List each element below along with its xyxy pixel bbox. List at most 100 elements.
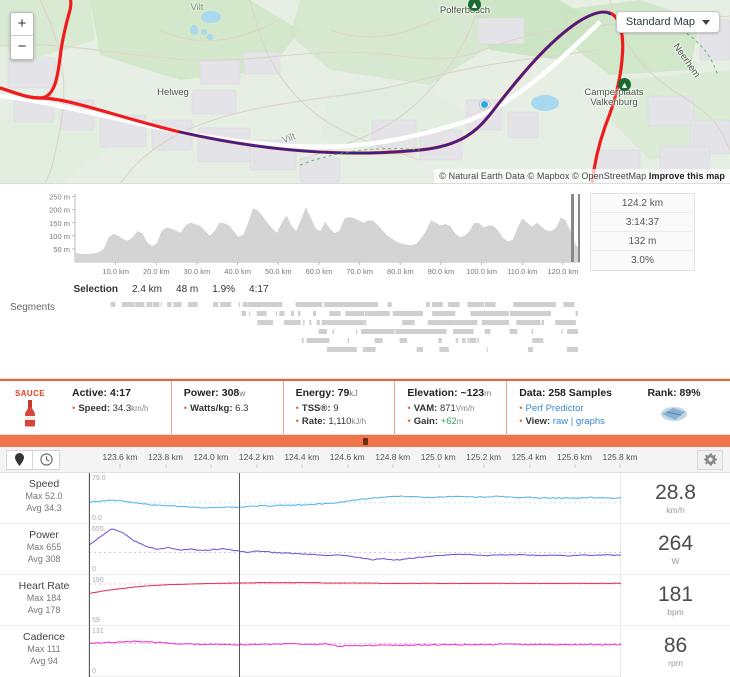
segment-bar[interactable] (220, 302, 230, 307)
segment-bar[interactable] (470, 338, 474, 343)
analysis-plot-area[interactable]: 79.00.06550190591310 (88, 473, 621, 677)
segment-bar[interactable] (317, 320, 320, 325)
segment-bar[interactable] (474, 311, 481, 316)
series-plot-row[interactable]: 1310 (89, 626, 620, 677)
segment-bar[interactable] (257, 320, 273, 325)
segment-bar[interactable] (327, 347, 338, 352)
segment-bar[interactable] (368, 329, 371, 334)
segment-bar[interactable] (356, 329, 357, 334)
segment-bar[interactable] (402, 320, 415, 325)
segment-bar[interactable] (311, 338, 329, 343)
segment-bar[interactable] (542, 320, 544, 325)
segment-bar[interactable] (308, 302, 323, 307)
series-plot-row[interactable]: 6550 (89, 524, 620, 575)
segment-bar[interactable] (325, 329, 327, 334)
segment-bar[interactable] (527, 311, 546, 316)
segment-bar[interactable] (338, 302, 363, 307)
segment-bar[interactable] (161, 302, 162, 307)
elevation-panel[interactable]: 250 m200 m150 m100 m50 m 10.0 km20.0 km3… (0, 184, 730, 379)
segment-bar[interactable] (167, 302, 171, 307)
segment-bar[interactable] (303, 338, 304, 343)
segment-bar[interactable] (456, 338, 457, 343)
segment-bar[interactable] (454, 320, 477, 325)
segment-bar[interactable] (467, 338, 469, 343)
segment-bar[interactable] (428, 320, 438, 325)
stat-item-value[interactable]: raw | graphs (553, 416, 605, 427)
stat-item-value[interactable]: Perf Predictor (526, 403, 584, 414)
zoom-in-button[interactable]: + (11, 13, 33, 36)
analysis-mode-buttons[interactable] (6, 450, 60, 470)
segment-bar[interactable] (348, 338, 349, 343)
segment-bar[interactable] (561, 329, 562, 334)
segment-bar[interactable] (404, 311, 424, 316)
segment-bar[interactable] (453, 311, 454, 316)
segment-bar[interactable] (375, 338, 383, 343)
segment-bar[interactable] (111, 302, 116, 307)
segment-bar[interactable] (365, 311, 368, 316)
segment-bar[interactable] (364, 320, 366, 325)
segment-bar[interactable] (510, 311, 514, 316)
segment-bar[interactable] (257, 302, 258, 307)
segment-bar[interactable] (567, 347, 578, 352)
segment-bar[interactable] (370, 311, 390, 316)
segment-bar[interactable] (173, 302, 181, 307)
segment-bar[interactable] (333, 329, 335, 334)
segment-bar[interactable] (436, 320, 454, 325)
segment-bar[interactable] (566, 302, 571, 307)
segment-bar[interactable] (524, 302, 547, 307)
map-panel[interactable]: + − Standard Map Polferbosch Helweg Camp… (0, 0, 730, 184)
segment-bar[interactable] (303, 320, 305, 325)
map-zoom-controls[interactable]: + − (10, 12, 34, 60)
segment-bar[interactable] (396, 329, 414, 334)
panel-drag-handle[interactable] (0, 435, 730, 447)
segment-bar[interactable] (309, 320, 311, 325)
segment-bar[interactable] (532, 329, 534, 334)
segment-bar[interactable] (337, 347, 357, 352)
segment-bar[interactable] (553, 302, 555, 307)
segment-bar[interactable] (313, 311, 316, 316)
segment-bar[interactable] (298, 311, 299, 316)
segment-bar[interactable] (445, 347, 447, 352)
segment-bar[interactable] (555, 320, 572, 325)
segment-bar[interactable] (153, 302, 160, 307)
segment-bar[interactable] (453, 329, 454, 334)
segment-bar[interactable] (477, 338, 479, 343)
segment-bar[interactable] (335, 302, 338, 307)
segment-bar[interactable] (462, 338, 466, 343)
segment-bar[interactable] (432, 302, 434, 307)
segment-bar[interactable] (432, 302, 443, 307)
map-style-selector[interactable]: Standard Map (616, 11, 720, 33)
segment-bar[interactable] (279, 311, 284, 316)
map-pin-icon-button[interactable] (6, 450, 33, 470)
segment-bar[interactable] (487, 347, 488, 352)
segment-bar[interactable] (417, 347, 423, 352)
segment-bar[interactable] (292, 320, 299, 325)
settings-gear-button[interactable] (697, 450, 723, 470)
segment-bar[interactable] (443, 329, 446, 334)
segment-bar[interactable] (467, 320, 469, 325)
segment-bar[interactable] (448, 302, 460, 307)
segment-bar[interactable] (567, 329, 578, 334)
segment-bar[interactable] (258, 311, 262, 316)
segment-bar[interactable] (265, 311, 267, 316)
segment-bar[interactable] (344, 320, 353, 325)
segment-bar[interactable] (122, 302, 135, 307)
segment-bar[interactable] (365, 347, 371, 352)
segment-bar[interactable] (521, 311, 523, 316)
segment-bar[interactable] (329, 320, 335, 325)
series-plot-row[interactable]: 19059 (89, 575, 620, 626)
segment-bar[interactable] (242, 311, 246, 316)
segment-bar[interactable] (188, 302, 198, 307)
segment-bar[interactable] (576, 311, 578, 316)
segment-bar[interactable] (243, 302, 248, 307)
segment-bar[interactable] (214, 302, 218, 307)
segment-bar[interactable] (532, 338, 543, 343)
segment-bar[interactable] (256, 302, 283, 307)
analysis-charts[interactable]: SpeedMax 52.0Avg 34.3PowerMax 655Avg 308… (0, 473, 730, 677)
segment-bar[interactable] (386, 329, 389, 334)
clock-icon-button[interactable] (33, 450, 60, 470)
segment-bar[interactable] (518, 302, 524, 307)
segment-bar[interactable] (329, 311, 336, 316)
segment-bar[interactable] (439, 347, 449, 352)
segment-bar[interactable] (301, 302, 308, 307)
